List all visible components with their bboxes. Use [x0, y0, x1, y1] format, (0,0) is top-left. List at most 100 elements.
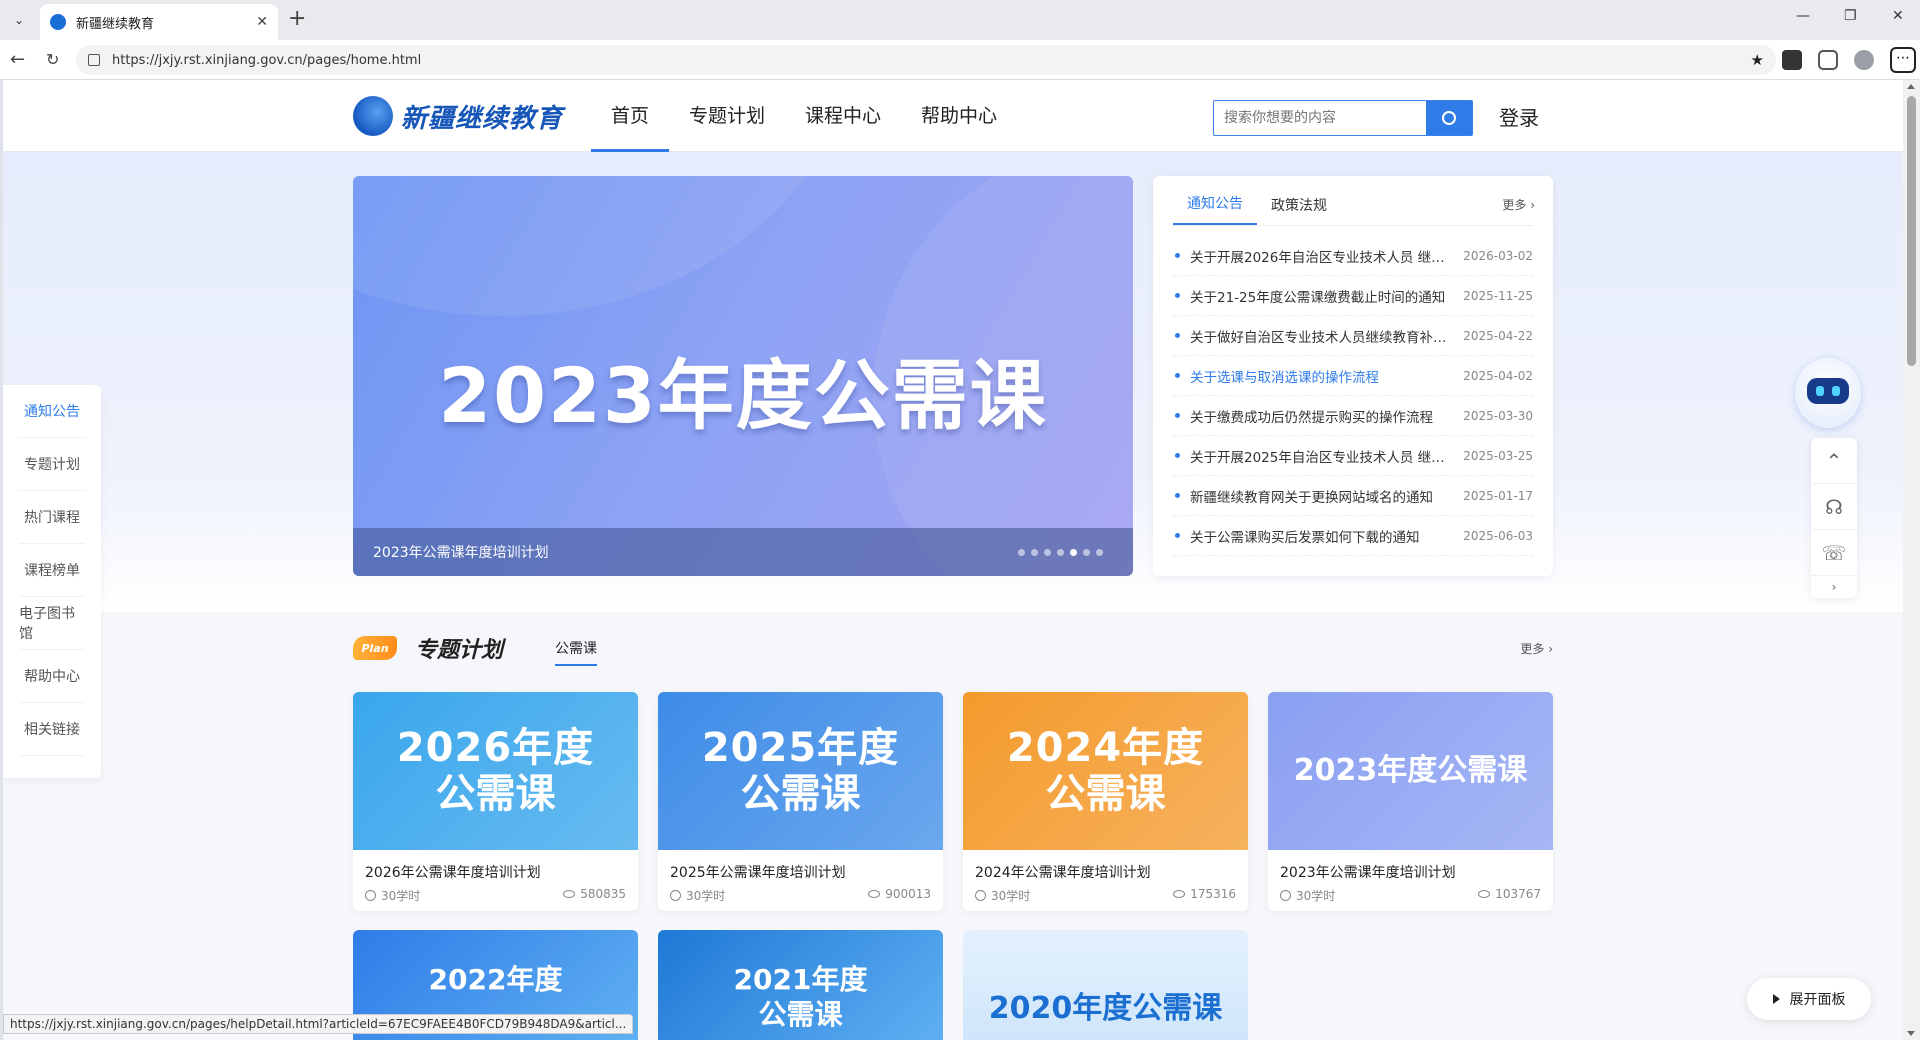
clock-icon	[365, 890, 376, 901]
notice-item[interactable]: 关于开展2025年自治区专业技术人员 继续教育… 2025-03-25	[1173, 436, 1533, 476]
card-title[interactable]: 2023年公需课年度培训计划	[1280, 862, 1456, 882]
carousel-dot[interactable]	[1031, 549, 1038, 556]
browser-tab[interactable]: 新疆继续教育 ✕	[40, 4, 278, 40]
plan-card[interactable]: 2021年度 公需课	[658, 930, 943, 1040]
bookmark-star-icon[interactable]: ★	[1751, 51, 1764, 69]
banner-carousel[interactable]: 2023年度公需课 2023年公需课年度培训计划	[353, 176, 1133, 576]
scrollbar-thumb[interactable]	[1907, 96, 1916, 366]
card-image[interactable]: 2026年度 公需课	[353, 692, 638, 850]
nav-home[interactable]: 首页	[591, 80, 670, 152]
leftnav-item[interactable]: 帮助中心	[19, 650, 85, 703]
notice-item[interactable]: 关于21-25年度公需课缴费截止时间的通知 2025-11-25	[1173, 276, 1533, 316]
customer-service-headset-icon[interactable]: ☊	[1811, 484, 1857, 530]
logo-emblem-icon	[353, 96, 393, 136]
notice-date: 2025-06-03	[1463, 528, 1533, 543]
search-input[interactable]	[1214, 101, 1426, 135]
notice-item[interactable]: 新疆继续教育网关于更换网站域名的通知 2025-01-17	[1173, 476, 1533, 516]
notice-title[interactable]: 关于缴费成功后仍然提示购买的操作流程	[1190, 406, 1463, 426]
window-close-icon[interactable]: ✕	[1892, 8, 1904, 24]
notice-title[interactable]: 关于公需课购买后发票如何下载的通知	[1190, 526, 1463, 546]
carousel-dot[interactable]	[1083, 549, 1090, 556]
notice-more-link[interactable]: 更多 ›	[1502, 196, 1535, 213]
card-views: 900013	[868, 887, 931, 904]
nav-help-center[interactable]: 帮助中心	[901, 80, 1017, 152]
back-to-top-icon[interactable]: ⌃	[1811, 438, 1857, 484]
address-bar[interactable]: https://jxjy.rst.xinjiang.gov.cn/pages/h…	[76, 45, 1776, 75]
back-arrow-icon[interactable]: ←	[10, 49, 25, 70]
plan-card[interactable]: 2020年度公需课	[963, 930, 1248, 1040]
card-image[interactable]: 2024年度 公需课	[963, 692, 1248, 850]
carousel-dot[interactable]	[1044, 549, 1051, 556]
leftnav-item[interactable]: 通知公告	[19, 385, 85, 438]
new-tab-plus-icon[interactable]: +	[288, 8, 306, 30]
card-image[interactable]: 2025年度 公需课	[658, 692, 943, 850]
card-title[interactable]: 2025年公需课年度培训计划	[670, 862, 846, 882]
reload-icon[interactable]: ↻	[46, 50, 59, 69]
tab-close-icon[interactable]: ✕	[256, 14, 268, 30]
scroll-up-arrow-icon[interactable]	[1907, 84, 1915, 89]
notice-item[interactable]: 关于缴费成功后仍然提示购买的操作流程 2025-03-30	[1173, 396, 1533, 436]
card-image-year: 2026年度	[396, 725, 595, 771]
plan-card[interactable]: 2023年度公需课 2023年公需课年度培训计划 30学时 103767	[1268, 692, 1553, 911]
card-title[interactable]: 2026年公需课年度培训计划	[365, 862, 541, 882]
site-info-lock-icon[interactable]	[88, 54, 100, 66]
tab-title: 新疆继续教育	[76, 16, 155, 32]
leftnav-item[interactable]: 热门课程	[19, 491, 85, 544]
minimize-icon[interactable]: —	[1796, 8, 1810, 24]
notice-item[interactable]: 关于做好自治区专业技术人员继续教育补… 2025-04-22	[1173, 316, 1533, 356]
card-image[interactable]: 2023年度公需课	[1268, 692, 1553, 850]
login-link[interactable]: 登录	[1499, 102, 1539, 131]
card-views: 103767	[1478, 887, 1541, 904]
notice-item[interactable]: 关于公需课购买后发票如何下载的通知 2025-06-03	[1173, 516, 1533, 556]
ai-assistant-robot[interactable]	[1783, 356, 1873, 436]
plan-more-link[interactable]: 更多 ›	[1520, 640, 1553, 657]
clock-icon	[1280, 890, 1291, 901]
tab-search-chevron-icon[interactable]: ⌄	[6, 7, 32, 33]
profile-avatar-icon[interactable]	[1854, 50, 1874, 70]
plan-card[interactable]: 2024年度 公需课 2024年公需课年度培训计划 30学时 175316	[963, 692, 1248, 911]
notice-title[interactable]: 关于开展2026年自治区专业技术人员 继续教育…	[1190, 246, 1463, 266]
leftnav-item[interactable]: 电子图书馆	[19, 597, 85, 650]
notice-title[interactable]: 新疆继续教育网关于更换网站域名的通知	[1190, 486, 1463, 506]
tab-policies[interactable]: 政策法规	[1257, 195, 1341, 225]
address-url[interactable]: https://jxjy.rst.xinjiang.gov.cn/pages/h…	[112, 53, 421, 68]
notice-title[interactable]: 关于做好自治区专业技术人员继续教育补…	[1190, 326, 1463, 346]
leftnav-item[interactable]: 专题计划	[19, 438, 85, 491]
phone-icon[interactable]: ☏	[1811, 530, 1857, 576]
notice-item[interactable]: 关于开展2026年自治区专业技术人员 继续教育… 2026-03-02	[1173, 236, 1533, 276]
bullet-dot-icon	[1175, 413, 1180, 418]
nav-special-plans[interactable]: 专题计划	[669, 80, 785, 152]
extension-badge-icon[interactable]	[1782, 50, 1802, 70]
site-logo[interactable]: 新疆继续教育	[353, 96, 563, 136]
notice-title[interactable]: 关于选课与取消选课的操作流程	[1190, 366, 1463, 386]
extensions-puzzle-icon[interactable]	[1818, 50, 1838, 70]
notice-title[interactable]: 关于开展2025年自治区专业技术人员 继续教育…	[1190, 446, 1463, 466]
search-button[interactable]	[1426, 101, 1472, 135]
carousel-dot[interactable]	[1096, 549, 1103, 556]
expand-panel-button[interactable]: 展开面板	[1747, 978, 1871, 1020]
leftnav-item[interactable]: 课程榜单	[19, 544, 85, 597]
expand-panel-label: 展开面板	[1789, 992, 1846, 1008]
browser-menu-dots-icon[interactable]: ⋯	[1890, 47, 1916, 73]
carousel-dot[interactable]	[1018, 549, 1025, 556]
plan-more-label: 更多	[1520, 642, 1545, 656]
carousel-dot[interactable]	[1070, 549, 1077, 556]
tab-announcements[interactable]: 通知公告	[1173, 193, 1257, 225]
notice-item[interactable]: 关于选课与取消选课的操作流程 2025-04-02	[1173, 356, 1533, 396]
carousel-dot[interactable]	[1057, 549, 1064, 556]
bullet-dot-icon	[1175, 253, 1180, 258]
collapse-chevron-icon[interactable]: ›	[1811, 576, 1857, 598]
card-hours-value: 30学时	[381, 889, 421, 903]
notice-title[interactable]: 关于21-25年度公需课缴费截止时间的通知	[1190, 286, 1463, 306]
card-image-text: 2022年度	[428, 963, 563, 996]
nav-course-center[interactable]: 课程中心	[785, 80, 901, 152]
leftnav-item[interactable]: 相关链接	[19, 703, 85, 756]
card-title[interactable]: 2024年公需课年度培训计划	[975, 862, 1151, 882]
restore-icon[interactable]: ❐	[1844, 8, 1857, 24]
plan-card[interactable]: 2025年度 公需课 2025年公需课年度培训计划 30学时 900013	[658, 692, 943, 911]
tab-public-courses[interactable]: 公需课	[555, 638, 597, 666]
scroll-down-arrow-icon[interactable]	[1907, 1031, 1915, 1036]
notice-date: 2025-01-17	[1463, 488, 1533, 503]
plan-card[interactable]: 2026年度 公需课 2026年公需课年度培训计划 30学时 580835	[353, 692, 638, 911]
page-scrollbar[interactable]	[1903, 80, 1920, 1040]
